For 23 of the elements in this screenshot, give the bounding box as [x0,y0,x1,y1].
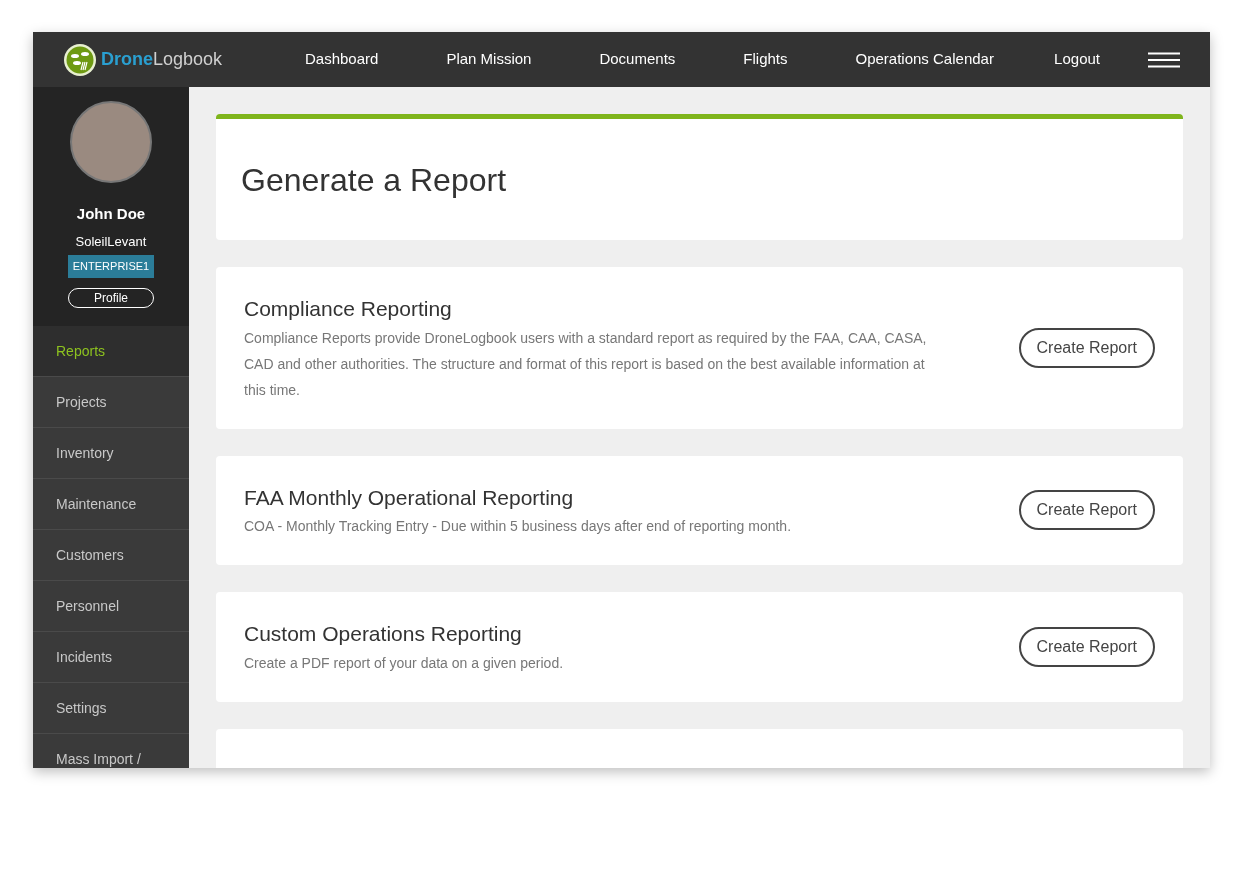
create-report-button[interactable]: Create Report [1018,490,1155,531]
report-title: FAA Monthly Operational Reporting [244,484,575,511]
report-title: Custom Operations Reporting [244,621,523,647]
logout-link[interactable]: Logout [1054,48,1100,71]
logo-icon [63,42,97,77]
logo-text[interactable]: DroneLogbook [101,46,223,73]
menu-icon[interactable] [1148,51,1180,68]
nav-link[interactable]: Plan Mission [412,48,566,71]
nav-link[interactable]: Documents [565,48,710,71]
report-title: Compliance Reporting [244,296,453,322]
page-title: Generate a Report [241,160,507,200]
username: SoleilLevant [75,232,147,251]
nav-link[interactable]: Dashboard [283,48,413,71]
report-description: COA - Monthly Tracking Entry - Due within 5 business days after end of reporting month. [244,517,793,536]
create-report-button[interactable]: Create Report [1018,626,1155,667]
plan-badge: ENTERPRISE1 [67,255,155,278]
report-description: Compliance Reports provide DroneLogbook users with a standard report as required by the FAA, CAA, CASA, CAD and other authorities. The structure and format of this report is based on the best available information at this time. [244,328,928,400]
nav-link[interactable]: Operations Calendar [821,48,1028,71]
create-report-button[interactable]: Create Report [1018,327,1155,368]
user-name: John Doe [76,204,146,224]
sidebar-item[interactable]: Reports [33,326,189,377]
nav-link[interactable]: Flights [709,48,822,71]
report-description: Create a PDF report of your data on a given period. [244,653,565,673]
